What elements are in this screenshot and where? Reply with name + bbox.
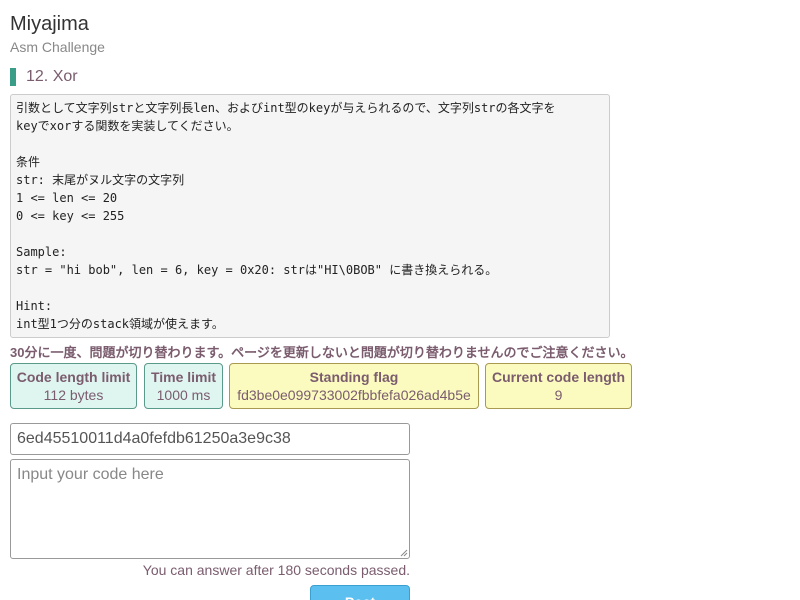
site-subtitle: Asm Challenge bbox=[10, 39, 105, 55]
problem-line: str: 末尾がヌル文字の文字列 bbox=[16, 173, 185, 187]
code-length-limit-label: Code length limit bbox=[16, 369, 131, 385]
problem-line: int型1つ分のstack領域が使えます。 bbox=[16, 317, 224, 331]
problem-line bbox=[16, 135, 604, 153]
standing-flag-value: fd3be0e099733002fbbfefa026ad4b5e bbox=[237, 387, 471, 403]
problem-line: 条件 bbox=[16, 155, 41, 169]
code-length-limit-value: 112 bytes bbox=[43, 387, 104, 403]
current-code-length-card: Current code length 9 bbox=[485, 363, 632, 409]
time-limit-value: 1000 ms bbox=[156, 387, 211, 403]
current-code-length-value: 9 bbox=[554, 387, 563, 403]
problem-line: Sample: bbox=[16, 245, 67, 259]
problem-line: str = "hi bob", len = 6, key = 0x20: str… bbox=[16, 263, 498, 277]
problem-line: Hint: bbox=[16, 299, 53, 313]
problem-line bbox=[16, 225, 604, 243]
code-length-limit-card: Code length limit 112 bytes bbox=[10, 363, 137, 409]
problem-description: 引数として文字列strと文字列長len、およびint型のkeyが与えられるので、… bbox=[10, 94, 610, 338]
problem-heading: 12. Xor bbox=[10, 68, 78, 86]
hash-input[interactable] bbox=[10, 423, 410, 455]
problem-line: 0 <= key <= 255 bbox=[16, 209, 125, 223]
page: Miyajima Asm Challenge 12. Xor 引数として文字列s… bbox=[0, 0, 800, 600]
code-input[interactable] bbox=[10, 459, 410, 559]
site-title[interactable]: Miyajima bbox=[10, 12, 89, 36]
resize-handle-icon[interactable] bbox=[400, 549, 408, 557]
answer-wait-note: You can answer after 180 seconds passed. bbox=[142, 562, 410, 578]
post-button[interactable]: Post bbox=[310, 585, 410, 600]
problem-line bbox=[16, 279, 604, 297]
standing-flag-label: Standing flag bbox=[309, 369, 399, 385]
problem-line: 引数として文字列strと文字列長len、およびint型のkeyが与えられるので、… bbox=[16, 101, 556, 115]
switch-warning: 30分に一度、問題が切り替わります。ページを更新しないと問題が切り替わりませんの… bbox=[10, 345, 634, 360]
time-limit-label: Time limit bbox=[150, 369, 217, 385]
problem-line: 1 <= len <= 20 bbox=[16, 191, 118, 205]
time-limit-card: Time limit 1000 ms bbox=[144, 363, 223, 409]
problem-line: keyでxorする関数を実装してください。 bbox=[16, 119, 239, 133]
standing-flag-card: Standing flag fd3be0e099733002fbbfefa026… bbox=[229, 363, 479, 409]
current-code-length-label: Current code length bbox=[491, 369, 625, 385]
